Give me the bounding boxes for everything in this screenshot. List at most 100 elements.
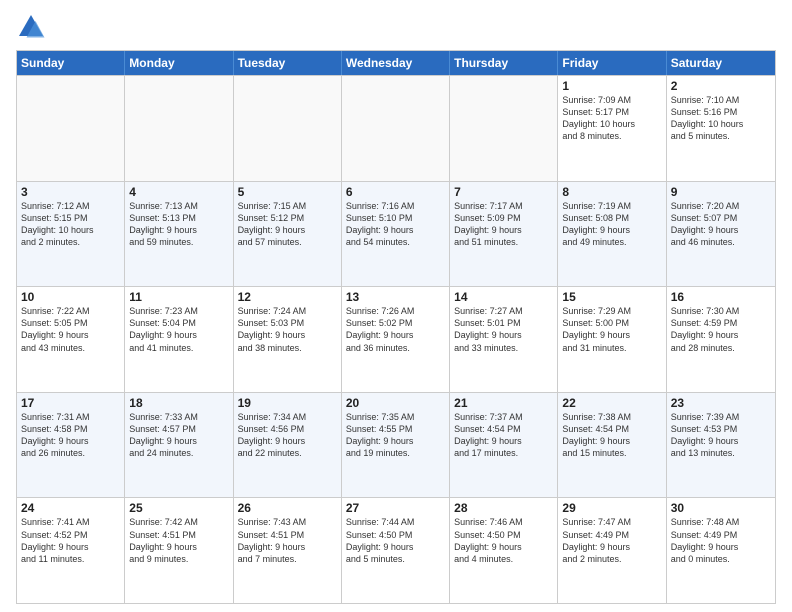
- day-info: Sunrise: 7:20 AM Sunset: 5:07 PM Dayligh…: [671, 200, 771, 249]
- day-info: Sunrise: 7:42 AM Sunset: 4:51 PM Dayligh…: [129, 516, 228, 565]
- cal-week: 17Sunrise: 7:31 AM Sunset: 4:58 PM Dayli…: [17, 392, 775, 498]
- cal-week: 24Sunrise: 7:41 AM Sunset: 4:52 PM Dayli…: [17, 497, 775, 603]
- cal-cell: 6Sunrise: 7:16 AM Sunset: 5:10 PM Daylig…: [342, 182, 450, 287]
- day-number: 29: [562, 501, 661, 515]
- cal-cell: 12Sunrise: 7:24 AM Sunset: 5:03 PM Dayli…: [234, 287, 342, 392]
- day-number: 18: [129, 396, 228, 410]
- cal-week: 3Sunrise: 7:12 AM Sunset: 5:15 PM Daylig…: [17, 181, 775, 287]
- cal-cell: [234, 76, 342, 181]
- calendar-body: 1Sunrise: 7:09 AM Sunset: 5:17 PM Daylig…: [17, 75, 775, 603]
- cal-week: 10Sunrise: 7:22 AM Sunset: 5:05 PM Dayli…: [17, 286, 775, 392]
- day-info: Sunrise: 7:33 AM Sunset: 4:57 PM Dayligh…: [129, 411, 228, 460]
- cal-cell: 24Sunrise: 7:41 AM Sunset: 4:52 PM Dayli…: [17, 498, 125, 603]
- day-number: 17: [21, 396, 120, 410]
- header: [16, 12, 776, 42]
- cal-cell: 10Sunrise: 7:22 AM Sunset: 5:05 PM Dayli…: [17, 287, 125, 392]
- day-info: Sunrise: 7:09 AM Sunset: 5:17 PM Dayligh…: [562, 94, 661, 143]
- day-number: 5: [238, 185, 337, 199]
- day-info: Sunrise: 7:27 AM Sunset: 5:01 PM Dayligh…: [454, 305, 553, 354]
- day-number: 23: [671, 396, 771, 410]
- day-number: 16: [671, 290, 771, 304]
- cal-cell: 13Sunrise: 7:26 AM Sunset: 5:02 PM Dayli…: [342, 287, 450, 392]
- cal-cell: 5Sunrise: 7:15 AM Sunset: 5:12 PM Daylig…: [234, 182, 342, 287]
- cal-cell: 30Sunrise: 7:48 AM Sunset: 4:49 PM Dayli…: [667, 498, 775, 603]
- day-info: Sunrise: 7:48 AM Sunset: 4:49 PM Dayligh…: [671, 516, 771, 565]
- day-number: 12: [238, 290, 337, 304]
- calendar: SundayMondayTuesdayWednesdayThursdayFrid…: [16, 50, 776, 604]
- cal-cell: 22Sunrise: 7:38 AM Sunset: 4:54 PM Dayli…: [558, 393, 666, 498]
- day-info: Sunrise: 7:41 AM Sunset: 4:52 PM Dayligh…: [21, 516, 120, 565]
- day-info: Sunrise: 7:17 AM Sunset: 5:09 PM Dayligh…: [454, 200, 553, 249]
- day-number: 27: [346, 501, 445, 515]
- day-number: 28: [454, 501, 553, 515]
- cal-cell: 7Sunrise: 7:17 AM Sunset: 5:09 PM Daylig…: [450, 182, 558, 287]
- day-number: 24: [21, 501, 120, 515]
- day-number: 6: [346, 185, 445, 199]
- cal-header-cell: Friday: [558, 51, 666, 75]
- logo: [16, 12, 50, 42]
- day-info: Sunrise: 7:43 AM Sunset: 4:51 PM Dayligh…: [238, 516, 337, 565]
- cal-cell: 15Sunrise: 7:29 AM Sunset: 5:00 PM Dayli…: [558, 287, 666, 392]
- day-info: Sunrise: 7:37 AM Sunset: 4:54 PM Dayligh…: [454, 411, 553, 460]
- cal-cell: 28Sunrise: 7:46 AM Sunset: 4:50 PM Dayli…: [450, 498, 558, 603]
- cal-cell: [17, 76, 125, 181]
- day-number: 7: [454, 185, 553, 199]
- day-number: 2: [671, 79, 771, 93]
- cal-cell: 4Sunrise: 7:13 AM Sunset: 5:13 PM Daylig…: [125, 182, 233, 287]
- cal-cell: [342, 76, 450, 181]
- cal-header-cell: Thursday: [450, 51, 558, 75]
- day-number: 3: [21, 185, 120, 199]
- day-number: 8: [562, 185, 661, 199]
- day-info: Sunrise: 7:23 AM Sunset: 5:04 PM Dayligh…: [129, 305, 228, 354]
- cal-cell: 16Sunrise: 7:30 AM Sunset: 4:59 PM Dayli…: [667, 287, 775, 392]
- day-info: Sunrise: 7:44 AM Sunset: 4:50 PM Dayligh…: [346, 516, 445, 565]
- day-info: Sunrise: 7:24 AM Sunset: 5:03 PM Dayligh…: [238, 305, 337, 354]
- cal-cell: 18Sunrise: 7:33 AM Sunset: 4:57 PM Dayli…: [125, 393, 233, 498]
- day-number: 10: [21, 290, 120, 304]
- day-number: 20: [346, 396, 445, 410]
- cal-cell: 11Sunrise: 7:23 AM Sunset: 5:04 PM Dayli…: [125, 287, 233, 392]
- calendar-header: SundayMondayTuesdayWednesdayThursdayFrid…: [17, 51, 775, 75]
- day-info: Sunrise: 7:19 AM Sunset: 5:08 PM Dayligh…: [562, 200, 661, 249]
- cal-cell: 20Sunrise: 7:35 AM Sunset: 4:55 PM Dayli…: [342, 393, 450, 498]
- cal-header-cell: Sunday: [17, 51, 125, 75]
- day-number: 1: [562, 79, 661, 93]
- day-info: Sunrise: 7:35 AM Sunset: 4:55 PM Dayligh…: [346, 411, 445, 460]
- day-number: 19: [238, 396, 337, 410]
- day-number: 22: [562, 396, 661, 410]
- day-info: Sunrise: 7:10 AM Sunset: 5:16 PM Dayligh…: [671, 94, 771, 143]
- day-number: 9: [671, 185, 771, 199]
- day-info: Sunrise: 7:31 AM Sunset: 4:58 PM Dayligh…: [21, 411, 120, 460]
- day-number: 26: [238, 501, 337, 515]
- cal-cell: 27Sunrise: 7:44 AM Sunset: 4:50 PM Dayli…: [342, 498, 450, 603]
- cal-header-cell: Saturday: [667, 51, 775, 75]
- day-number: 13: [346, 290, 445, 304]
- day-number: 4: [129, 185, 228, 199]
- page: SundayMondayTuesdayWednesdayThursdayFrid…: [0, 0, 792, 612]
- day-info: Sunrise: 7:29 AM Sunset: 5:00 PM Dayligh…: [562, 305, 661, 354]
- day-info: Sunrise: 7:12 AM Sunset: 5:15 PM Dayligh…: [21, 200, 120, 249]
- cal-cell: 17Sunrise: 7:31 AM Sunset: 4:58 PM Dayli…: [17, 393, 125, 498]
- cal-cell: 3Sunrise: 7:12 AM Sunset: 5:15 PM Daylig…: [17, 182, 125, 287]
- logo-icon: [16, 12, 46, 42]
- cal-week: 1Sunrise: 7:09 AM Sunset: 5:17 PM Daylig…: [17, 75, 775, 181]
- day-info: Sunrise: 7:15 AM Sunset: 5:12 PM Dayligh…: [238, 200, 337, 249]
- day-info: Sunrise: 7:30 AM Sunset: 4:59 PM Dayligh…: [671, 305, 771, 354]
- cal-header-cell: Monday: [125, 51, 233, 75]
- cal-cell: 29Sunrise: 7:47 AM Sunset: 4:49 PM Dayli…: [558, 498, 666, 603]
- cal-cell: 2Sunrise: 7:10 AM Sunset: 5:16 PM Daylig…: [667, 76, 775, 181]
- day-info: Sunrise: 7:16 AM Sunset: 5:10 PM Dayligh…: [346, 200, 445, 249]
- cal-header-cell: Tuesday: [234, 51, 342, 75]
- cal-cell: 23Sunrise: 7:39 AM Sunset: 4:53 PM Dayli…: [667, 393, 775, 498]
- cal-cell: [125, 76, 233, 181]
- cal-cell: 1Sunrise: 7:09 AM Sunset: 5:17 PM Daylig…: [558, 76, 666, 181]
- day-number: 15: [562, 290, 661, 304]
- day-number: 25: [129, 501, 228, 515]
- day-info: Sunrise: 7:46 AM Sunset: 4:50 PM Dayligh…: [454, 516, 553, 565]
- day-number: 11: [129, 290, 228, 304]
- day-info: Sunrise: 7:38 AM Sunset: 4:54 PM Dayligh…: [562, 411, 661, 460]
- day-info: Sunrise: 7:47 AM Sunset: 4:49 PM Dayligh…: [562, 516, 661, 565]
- cal-cell: [450, 76, 558, 181]
- cal-cell: 21Sunrise: 7:37 AM Sunset: 4:54 PM Dayli…: [450, 393, 558, 498]
- cal-cell: 9Sunrise: 7:20 AM Sunset: 5:07 PM Daylig…: [667, 182, 775, 287]
